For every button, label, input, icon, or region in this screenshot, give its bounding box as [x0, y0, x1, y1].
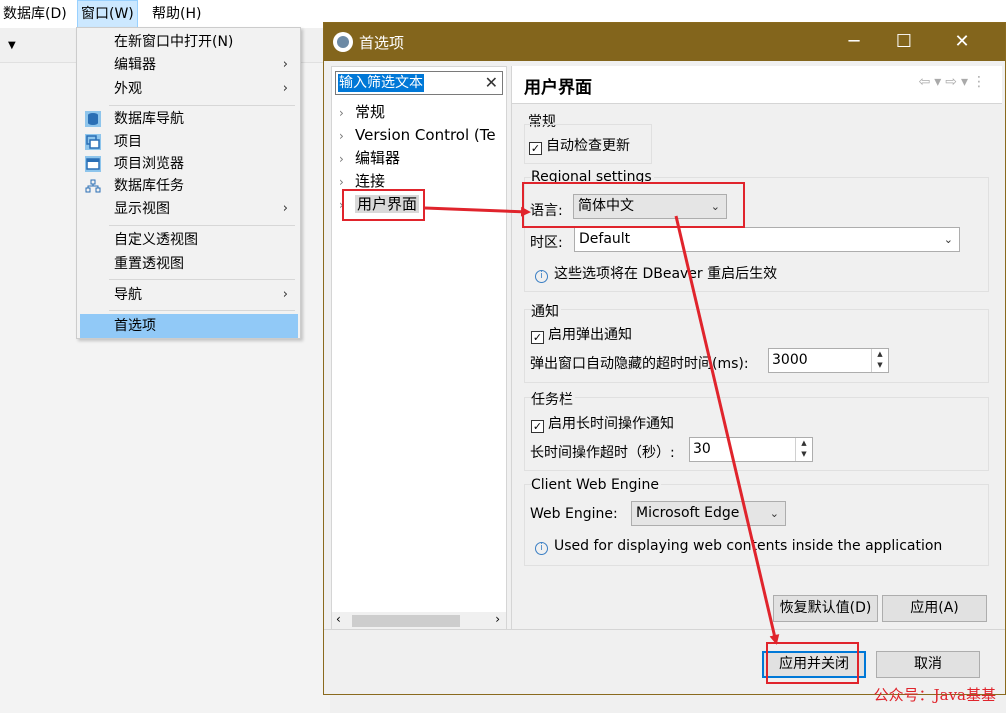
- arrow-to-apply-close: [674, 215, 780, 645]
- annotation-arrows: [424, 206, 780, 645]
- watermark-text: 公众号：Java基基: [873, 686, 996, 704]
- arrow-to-language: [424, 206, 531, 217]
